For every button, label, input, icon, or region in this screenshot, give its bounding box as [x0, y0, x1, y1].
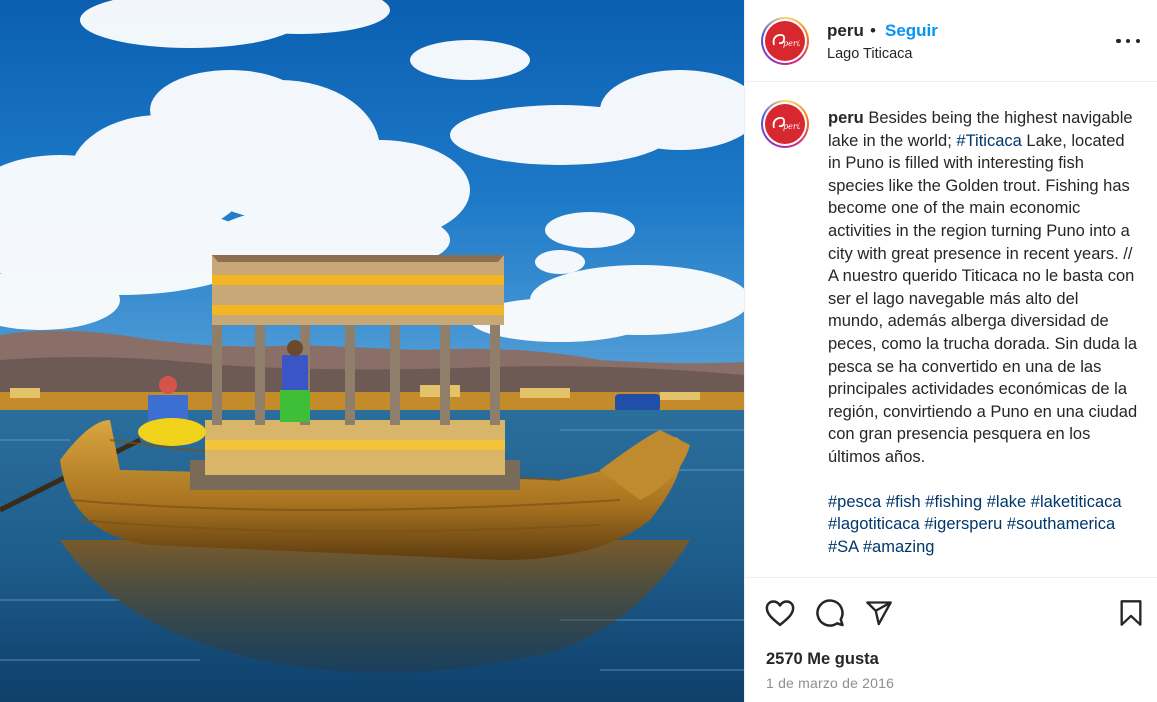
caption-text-part2: Lake, located in Puno is filled with int…: [828, 131, 1138, 466]
hashtag-link[interactable]: #pesca: [828, 493, 881, 511]
peru-logo-icon: perú: [772, 116, 800, 131]
caption-avatar[interactable]: perú: [761, 100, 809, 148]
hashtag-link[interactable]: #amazing: [863, 538, 935, 556]
hashtag-link[interactable]: #lagotiticaca: [828, 515, 920, 533]
caption-text: peru Besides being the highest navigable…: [828, 107, 1138, 558]
hashtag-link[interactable]: #lake: [987, 493, 1026, 511]
follow-button[interactable]: Seguir: [885, 21, 938, 41]
svg-text:perú: perú: [783, 39, 800, 48]
hashtag-link[interactable]: #fishing: [925, 493, 982, 511]
post-date[interactable]: 1 de marzo de 2016: [766, 675, 894, 691]
more-options-icon[interactable]: [1116, 30, 1140, 52]
header-username[interactable]: peru: [827, 21, 864, 41]
bookmark-icon[interactable]: [1114, 596, 1148, 630]
send-icon[interactable]: [862, 596, 896, 630]
post-location[interactable]: Lago Titicaca: [827, 46, 912, 62]
hashtag-link[interactable]: #SA: [828, 538, 858, 556]
post-side-panel: perú peru • Seguir Lago Titicaca perú pe…: [744, 0, 1157, 702]
hashtag-link[interactable]: #Titicaca: [956, 132, 1021, 150]
post-actions: 2570 Me gusta 1 de marzo de 2016: [745, 577, 1157, 702]
hashtag-link[interactable]: #fish: [886, 493, 921, 511]
peru-logo-icon: perú: [772, 33, 800, 48]
svg-text:perú: perú: [783, 122, 800, 131]
hashtag-link[interactable]: #laketiticaca: [1031, 493, 1122, 511]
comment-icon[interactable]: [813, 596, 847, 630]
post-header: perú peru • Seguir Lago Titicaca: [745, 0, 1157, 82]
post-photo[interactable]: [0, 0, 744, 702]
caption-username[interactable]: peru: [828, 109, 864, 127]
heart-icon[interactable]: [763, 596, 797, 630]
profile-avatar[interactable]: perú: [761, 17, 809, 65]
caption-area: perú peru Besides being the highest navi…: [745, 83, 1157, 577]
hashtag-link[interactable]: #southamerica: [1007, 515, 1115, 533]
likes-count[interactable]: 2570 Me gusta: [766, 650, 879, 669]
reed-boat-photo: [0, 0, 744, 702]
header-separator: •: [870, 21, 876, 40]
hashtag-list: #pesca #fish #fishing #lake #laketiticac…: [828, 491, 1138, 559]
hashtag-link[interactable]: #igersperu: [924, 515, 1002, 533]
